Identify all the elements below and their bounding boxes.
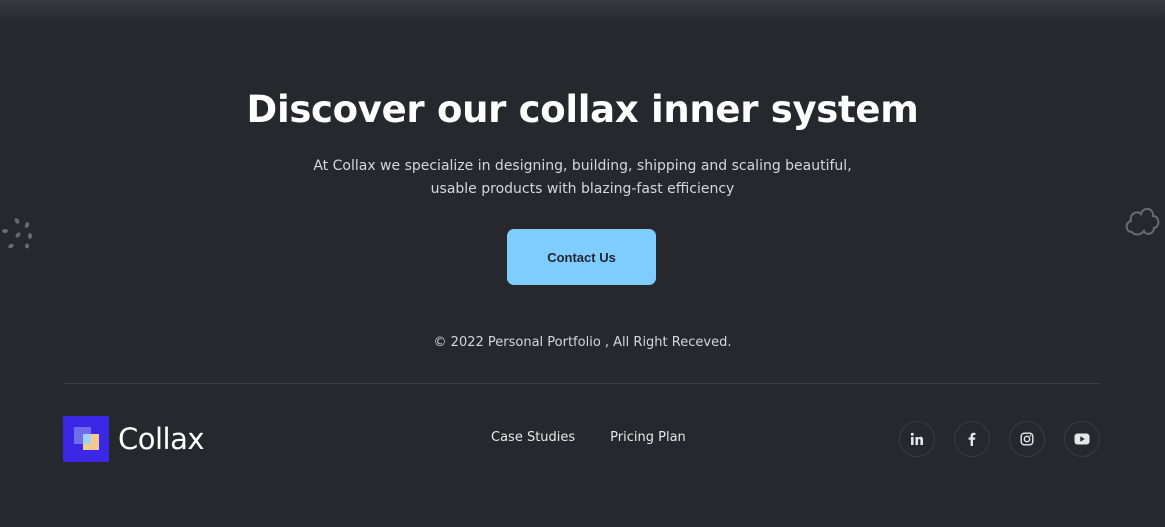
copyright-text: © 2022 Personal Portfolio , All Right Re… bbox=[433, 335, 732, 350]
footer-link-pricing-plan[interactable]: Pricing Plan bbox=[610, 430, 686, 445]
youtube-icon bbox=[1074, 433, 1090, 445]
hero-title: Discover our collax inner system bbox=[246, 88, 919, 131]
social-links bbox=[899, 421, 1100, 457]
dots-decoration-icon bbox=[2, 218, 32, 249]
instagram-icon bbox=[1020, 432, 1034, 446]
youtube-button[interactable] bbox=[1064, 421, 1100, 457]
facebook-button[interactable] bbox=[954, 421, 990, 457]
footer-link-case-studies[interactable]: Case Studies bbox=[491, 430, 575, 445]
hero-subtitle-line-2: usable products with blazing-fast effici… bbox=[430, 181, 735, 197]
footer-nav: Case Studies Pricing Plan bbox=[491, 430, 686, 445]
contact-us-button[interactable]: Contact Us bbox=[507, 229, 656, 285]
logo-mark-icon bbox=[63, 416, 109, 462]
linkedin-icon bbox=[910, 432, 923, 445]
hero-subtitle-line-1: At Collax we specialize in designing, bu… bbox=[313, 158, 852, 174]
hero-section: Discover our collax inner system At Coll… bbox=[0, 0, 1165, 380]
facebook-icon bbox=[968, 432, 976, 446]
brand-name: Collax bbox=[118, 422, 205, 456]
instagram-button[interactable] bbox=[1009, 421, 1045, 457]
cloud-decoration-icon bbox=[1125, 208, 1160, 236]
brand-logo[interactable]: Collax bbox=[63, 416, 205, 462]
footer-divider bbox=[63, 383, 1100, 384]
hero-subtitle: At Collax we specialize in designing, bu… bbox=[0, 155, 1165, 201]
linkedin-button[interactable] bbox=[899, 421, 935, 457]
